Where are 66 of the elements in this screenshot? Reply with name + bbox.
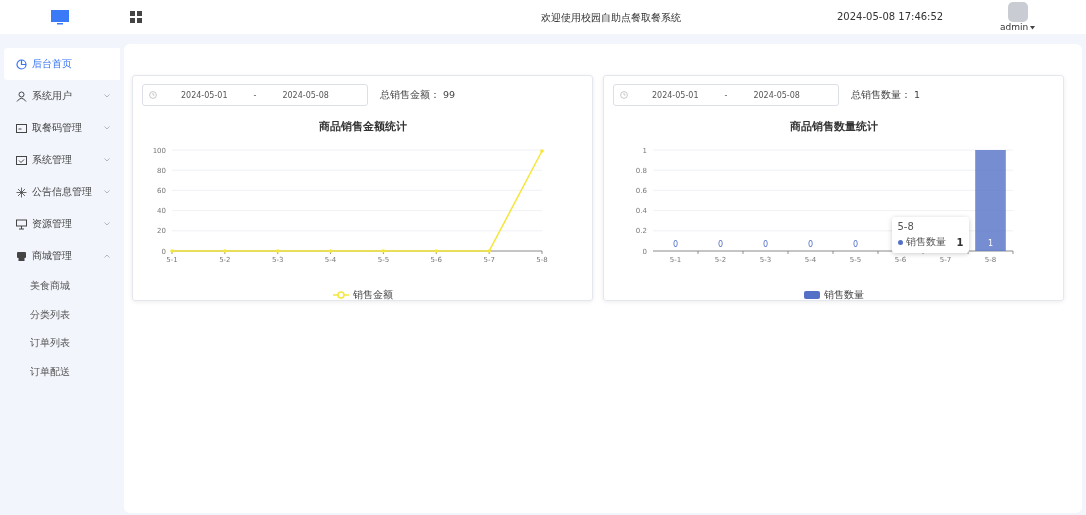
sidebar-item[interactable]: 系统用户: [4, 80, 120, 112]
clock-icon: [149, 91, 157, 99]
caret-icon: [1030, 25, 1036, 30]
sidebar-item[interactable]: 后台首页: [4, 48, 120, 80]
legend-line-icon: [332, 291, 349, 299]
chevron-down-icon: [104, 158, 110, 162]
legend-label: 销售数量: [823, 288, 864, 302]
clock-icon: [620, 91, 628, 99]
sidebar-item[interactable]: 取餐码管理: [4, 112, 120, 144]
chart-title: 商品销售数量统计: [788, 120, 879, 134]
end-date: 2024-05-08: [753, 90, 800, 100]
data-point: [540, 149, 544, 153]
chart-title: 商品销售金额统计: [317, 120, 408, 134]
total-label: 总销售数量： 1: [851, 88, 921, 102]
data-point: [487, 249, 491, 253]
chevron-up-icon: [104, 254, 110, 258]
header-title: 欢迎使用校园自助点餐取餐系统: [541, 11, 681, 25]
date-range-field[interactable]: 2024-05-01 - 2024-05-08: [142, 84, 368, 106]
pie-chart-icon: [16, 58, 27, 70]
submenu-item[interactable]: 美食商城: [4, 272, 120, 301]
range-separator: -: [253, 90, 257, 100]
chevron-down-icon: [104, 126, 110, 130]
data-label: 1: [987, 239, 994, 248]
data-point: [381, 249, 386, 253]
data-label: 0: [852, 240, 859, 249]
data-point: [170, 249, 174, 253]
chevron-down-icon: [104, 222, 110, 226]
card-icon: [16, 122, 27, 134]
user-menu[interactable]: admin: [1000, 22, 1036, 32]
data-point: [434, 249, 439, 253]
menu-icon[interactable]: [130, 11, 142, 23]
tooltip-title: 5-8: [897, 221, 915, 232]
start-date: 2024-05-01: [652, 90, 699, 100]
sidebar-item[interactable]: 资源管理: [4, 208, 120, 240]
date-time: 2024-05-08 17:46:52: [837, 11, 944, 22]
sparkle-icon: [16, 186, 27, 198]
date-range-field[interactable]: 2024-05-01 - 2024-05-08: [613, 84, 839, 106]
tooltip-value: 1: [956, 236, 964, 248]
sidebar-item[interactable]: 商城管理: [4, 240, 120, 272]
range-separator: -: [724, 90, 728, 100]
data-point: [223, 249, 227, 253]
start-date: 2024-05-01: [181, 90, 228, 100]
printer-icon: [16, 250, 27, 262]
monitor-icon: [51, 9, 69, 25]
legend-swatch-icon: [803, 291, 820, 299]
data-label: 0: [762, 240, 769, 249]
chevron-down-icon: [104, 190, 110, 194]
folder-icon: [16, 154, 27, 166]
chevron-down-icon: [104, 94, 110, 98]
data-label: 0: [672, 240, 679, 249]
monitor-icon: [16, 218, 27, 230]
data-label: 0: [807, 240, 814, 249]
user-icon: [16, 90, 27, 102]
sidebar-item[interactable]: 系统管理: [4, 144, 120, 176]
submenu-item[interactable]: 订单配送: [4, 357, 120, 386]
sidebar-item[interactable]: 公告信息管理: [4, 176, 120, 208]
data-point: [275, 249, 280, 253]
legend-label: 销售金额: [352, 288, 393, 302]
data-point: [328, 249, 333, 253]
submenu-item[interactable]: 订单列表: [4, 329, 120, 358]
end-date: 2024-05-08: [282, 90, 329, 100]
submenu-item[interactable]: 分类列表: [4, 300, 120, 329]
total-label: 总销售金额： 99: [380, 88, 456, 102]
legend-dot: [897, 239, 903, 245]
data-label: 0: [717, 240, 724, 249]
tooltip-label: 销售数量: [905, 235, 946, 249]
